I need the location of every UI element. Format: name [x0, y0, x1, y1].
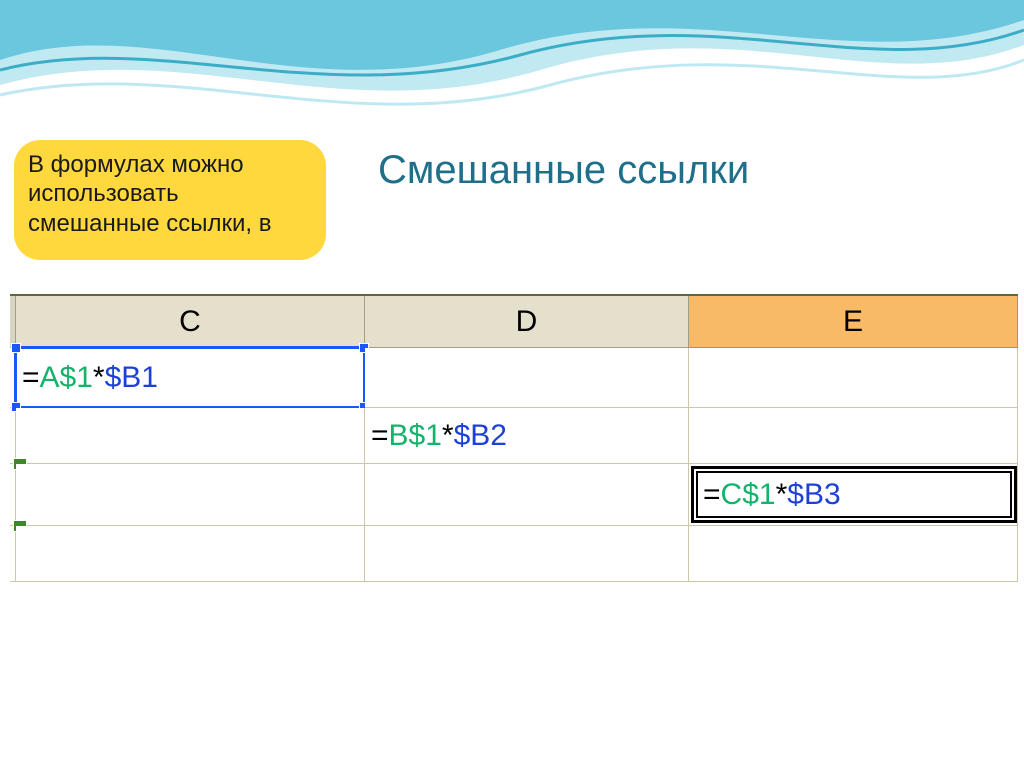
callout-box: В формулах можно использовать смешанные …: [14, 140, 326, 260]
cell-e4[interactable]: [689, 526, 1018, 582]
table-row: [10, 526, 1018, 582]
spreadsheet: C D E =A$1*$B1: [10, 294, 1018, 582]
column-header-e[interactable]: E: [689, 296, 1018, 348]
column-header-row: C D E: [10, 294, 1018, 348]
cell-formula: =B$1*$B2: [371, 419, 507, 453]
cell-c3[interactable]: [16, 464, 365, 526]
cell-formula: =A$1*$B1: [22, 361, 158, 395]
column-header-c[interactable]: C: [16, 296, 365, 348]
cell-d1[interactable]: [365, 348, 689, 408]
data-area: =A$1*$B1 =B$1*$B2: [10, 348, 1018, 582]
table-row: =B$1*$B2: [10, 408, 1018, 464]
callout-line: В формулах можно: [28, 150, 312, 179]
callout-line: смешанные ссылки, в: [28, 209, 312, 238]
table-row: =A$1*$B1: [10, 348, 1018, 408]
column-header-d[interactable]: D: [365, 296, 689, 348]
callout-line: использовать: [28, 179, 312, 208]
cell-c4[interactable]: [16, 526, 365, 582]
decorative-wave: [0, 0, 1024, 140]
cell-d4[interactable]: [365, 526, 689, 582]
cell-e1[interactable]: [689, 348, 1018, 408]
cell-d2[interactable]: =B$1*$B2: [365, 408, 689, 464]
cell-formula: =C$1*$B3: [703, 478, 841, 512]
table-row: =C$1*$B3: [10, 464, 1018, 526]
cell-e3[interactable]: =C$1*$B3: [689, 464, 1018, 526]
slide-title: Смешанные ссылки: [378, 148, 749, 193]
cell-c1[interactable]: =A$1*$B1: [16, 348, 365, 408]
cell-c2[interactable]: [16, 408, 365, 464]
cell-d3[interactable]: [365, 464, 689, 526]
resize-handle[interactable]: [11, 343, 21, 353]
cell-e2[interactable]: [689, 408, 1018, 464]
